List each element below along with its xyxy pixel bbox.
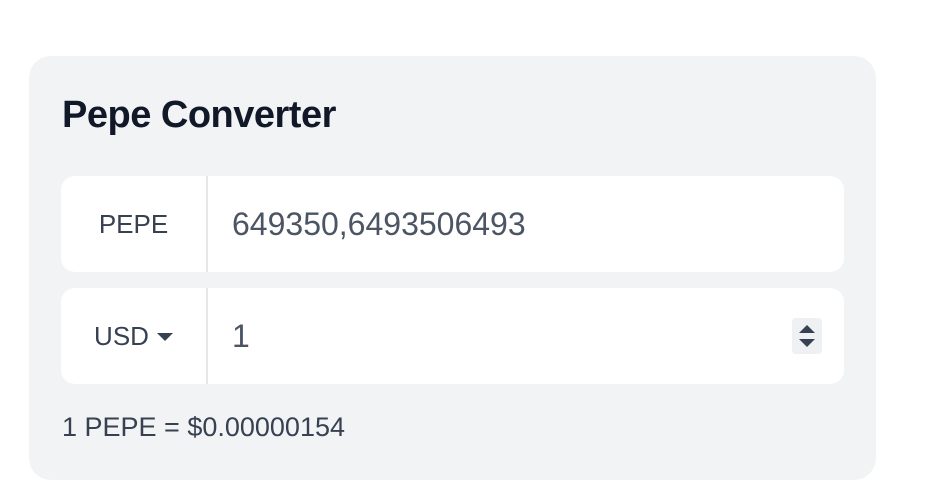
from-currency-row: PEPE — [61, 176, 844, 272]
currency-select-button[interactable]: USD — [61, 288, 208, 384]
to-amount-cell — [208, 288, 844, 384]
caret-down-icon — [156, 333, 173, 341]
pepe-amount-input[interactable] — [232, 176, 844, 272]
converter-card: Pepe Converter PEPE USD 1 PEPE = $0.0000… — [29, 56, 876, 480]
from-currency-label: PEPE — [61, 176, 208, 272]
stepper-up-icon[interactable] — [799, 325, 815, 333]
converter-title: Pepe Converter — [62, 94, 336, 136]
usd-amount-input[interactable] — [232, 288, 844, 384]
from-amount-cell — [208, 176, 844, 272]
number-stepper[interactable] — [792, 318, 822, 354]
exchange-rate-text: 1 PEPE = $0.00000154 — [62, 412, 345, 442]
to-currency-row: USD — [61, 288, 844, 384]
stepper-down-icon[interactable] — [799, 339, 815, 347]
to-currency-label: USD — [94, 320, 149, 351]
